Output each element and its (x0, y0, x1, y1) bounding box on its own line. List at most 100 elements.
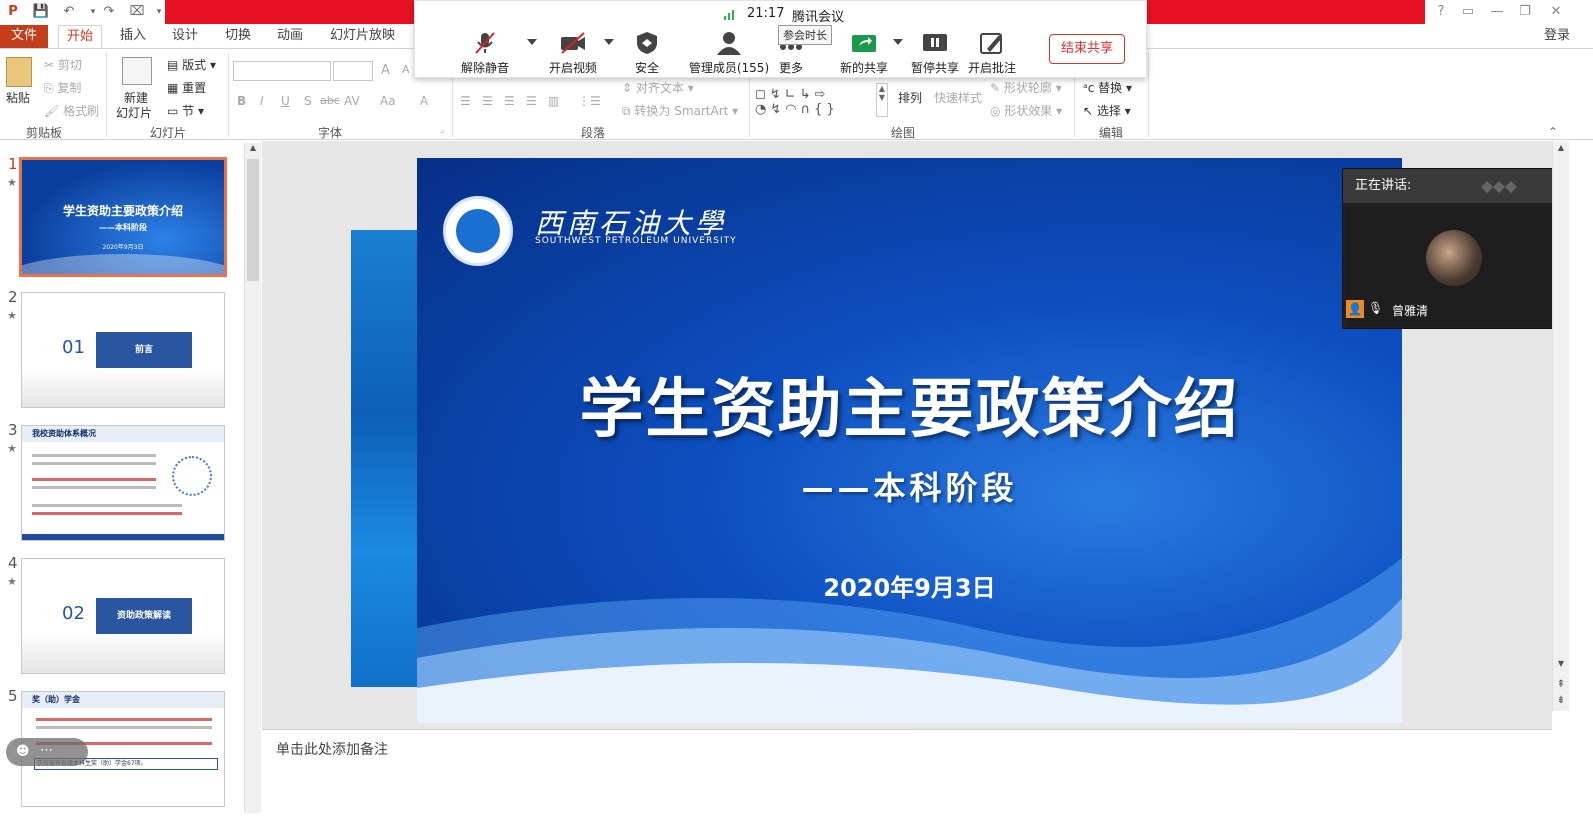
shape-outline-button[interactable]: ✎ 形状轮廓 ▾ (990, 79, 1062, 96)
shapes-gallery[interactable]: ◻↯∟↳⇨ ◔↯◠∩{} (755, 87, 875, 117)
scrollbar-thumb[interactable] (247, 159, 259, 281)
reset-button[interactable]: ▦ 重置 (167, 79, 206, 96)
section-icon: ▭ (167, 104, 183, 118)
slide-thumbnail-1[interactable]: 学生资助主要政策介绍 ——本科阶段 2020年9月3日 (19, 157, 227, 277)
align-text-label: 对齐文本 (635, 81, 684, 95)
thumbnail-section-number: 02 (62, 603, 85, 624)
align-left-icon[interactable]: ☰ (460, 94, 471, 108)
replace-button[interactable]: ᵃc 替换 ▾ (1083, 79, 1132, 96)
chat-icon: ⋯ (40, 743, 53, 758)
save-icon[interactable]: 💾 (32, 3, 50, 21)
divider (106, 53, 107, 137)
new-slide-label-2[interactable]: 幻灯片 (116, 104, 152, 121)
italic-button[interactable]: I (260, 94, 264, 108)
change-case-button[interactable]: Aa (380, 94, 396, 108)
align-text-icon: ⇕ (622, 81, 636, 95)
slide-date[interactable]: 2020年9月3日 (417, 568, 1402, 603)
font-dialog-launcher-icon[interactable]: ⌟ (440, 125, 444, 135)
floating-chat-bubble[interactable]: ☻ ⋯ (6, 738, 88, 766)
restore-icon[interactable]: ❐ (1514, 2, 1536, 22)
justify-icon[interactable]: ☰ (526, 94, 537, 108)
tab-design[interactable]: 设计 (164, 25, 206, 48)
columns-icon[interactable]: ▥ (548, 94, 559, 108)
char-spacing-button[interactable]: AV (344, 94, 360, 108)
start-video-button[interactable]: 开启视频 (533, 31, 613, 76)
tab-file[interactable]: 文件 (0, 25, 48, 48)
login-link[interactable]: 登录 (1536, 25, 1578, 48)
ribbon-display-icon[interactable]: ▭ (1457, 2, 1479, 22)
thumbnail-scrollbar[interactable]: ▲ (244, 143, 261, 813)
divider (1148, 53, 1149, 137)
new-share-button[interactable]: 新的共享 (824, 31, 904, 76)
copy-button[interactable]: ⎘ 复制 (44, 79, 81, 96)
shapes-gallery-scroll[interactable]: ▲ ▼ (876, 83, 888, 117)
slide-scrollbar[interactable]: ▲ ▼ ⇞ ⇟ (1552, 141, 1569, 711)
tab-animations[interactable]: 动画 (269, 25, 311, 48)
scroll-up-arrow-icon[interactable]: ▲ (245, 143, 261, 157)
underline-button[interactable]: U (281, 94, 290, 108)
security-button[interactable]: 安全 (607, 31, 687, 76)
smartart-button[interactable]: ⧉ 转换为 SmartArt ▾ (622, 102, 738, 119)
next-slide-icon[interactable]: ⇟ (1553, 695, 1569, 709)
font-color-button[interactable]: A (420, 94, 428, 108)
shadow-button[interactable]: S (304, 94, 312, 108)
thumbnail-section-number: 01 (62, 337, 85, 358)
end-share-button[interactable]: 结束共享 (1049, 34, 1125, 64)
university-name-en: SOUTHWEST PETROLEUM UNIVERSITY (535, 236, 737, 246)
help-icon[interactable]: ? (1430, 2, 1452, 22)
tencent-meeting-logo (1479, 179, 1525, 195)
thumbnail-title: 学生资助主要政策介绍 (62, 204, 183, 218)
layout-button[interactable]: ▤ 版式 ▾ (167, 56, 216, 73)
scroll-down-arrow-icon[interactable]: ▼ (1553, 659, 1569, 673)
strikethrough-button[interactable]: abc (320, 94, 340, 107)
thumbnail-number: 5 (8, 687, 18, 705)
paste-button[interactable]: 粘贴 (6, 89, 30, 106)
notes-placeholder: 单击此处添加备注 (276, 742, 388, 758)
align-text-button[interactable]: ⇕ 对齐文本 ▾ (622, 79, 694, 96)
slide-thumbnail-3[interactable]: 我校资助体系概况 (21, 425, 225, 541)
slide-subtitle[interactable]: ——本科阶段 (417, 463, 1402, 509)
start-from-beginning-icon[interactable]: ⌧ (128, 3, 146, 21)
format-painter-button[interactable]: 🖌 格式刷 (44, 102, 99, 119)
new-slide-icon[interactable] (122, 57, 152, 85)
minimize-icon[interactable]: — (1486, 2, 1508, 22)
tab-insert[interactable]: 插入 (112, 25, 154, 48)
redo-icon[interactable]: ↷ (100, 3, 118, 21)
shrink-font-icon[interactable]: A (402, 63, 410, 76)
slide-thumbnail-2[interactable]: 01 前言 (21, 292, 225, 408)
grow-font-icon[interactable]: A (381, 63, 390, 78)
align-right-icon[interactable]: ☰ (504, 94, 515, 108)
thumbnail-date: 2020年9月3日 (102, 244, 144, 251)
tab-slideshow[interactable]: 幻灯片放映 (322, 25, 403, 48)
section-button[interactable]: ▭ 节 ▾ (167, 102, 204, 119)
bullets-icon[interactable]: ⋮☰ (578, 94, 601, 108)
previous-slide-icon[interactable]: ⇞ (1553, 679, 1569, 693)
tab-transitions[interactable]: 切换 (217, 25, 259, 48)
scroll-up-arrow-icon[interactable]: ▲ (1553, 143, 1569, 157)
close-icon[interactable]: ✕ (1545, 2, 1567, 22)
quick-styles-button[interactable]: 快速样式 (934, 89, 982, 106)
unmute-button[interactable]: 解除静音 (445, 31, 525, 76)
thumbnail-section-title: 资助政策解读 (96, 598, 192, 634)
arrange-button[interactable]: 排列 (898, 89, 922, 106)
font-size-box[interactable] (333, 61, 373, 81)
select-button[interactable]: ↖ 选择 ▾ (1083, 102, 1131, 119)
bold-button[interactable]: B (237, 94, 246, 108)
current-slide[interactable]: 西南石油大學 SOUTHWEST PETROLEUM UNIVERSITY 学生… (417, 158, 1402, 723)
slide-title[interactable]: 学生资助主要政策介绍 (417, 358, 1402, 450)
notes-pane[interactable]: 单击此处添加备注 (262, 729, 1552, 822)
shield-icon (637, 32, 657, 54)
slide-thumbnail-4[interactable]: 02 资助政策解读 (21, 558, 225, 674)
powerpoint-icon: P (8, 4, 18, 19)
thumbnail-title: 我校资助体系概况 (32, 429, 96, 438)
undo-icon[interactable]: ↶ (60, 3, 78, 21)
paste-icon[interactable] (6, 57, 32, 87)
shape-effects-button[interactable]: ◎ 形状效果 ▾ (990, 102, 1062, 119)
align-center-icon[interactable]: ☰ (482, 94, 493, 108)
annotate-button[interactable]: 开启批注 (952, 31, 1032, 76)
font-name-box[interactable] (233, 61, 331, 81)
collapse-ribbon-icon[interactable]: ⌃ (1548, 125, 1558, 139)
cut-button[interactable]: ✂ 剪切 (44, 56, 82, 73)
shape-effects-icon: ◎ (990, 104, 1005, 118)
tab-home[interactable]: 开始 (58, 25, 103, 48)
